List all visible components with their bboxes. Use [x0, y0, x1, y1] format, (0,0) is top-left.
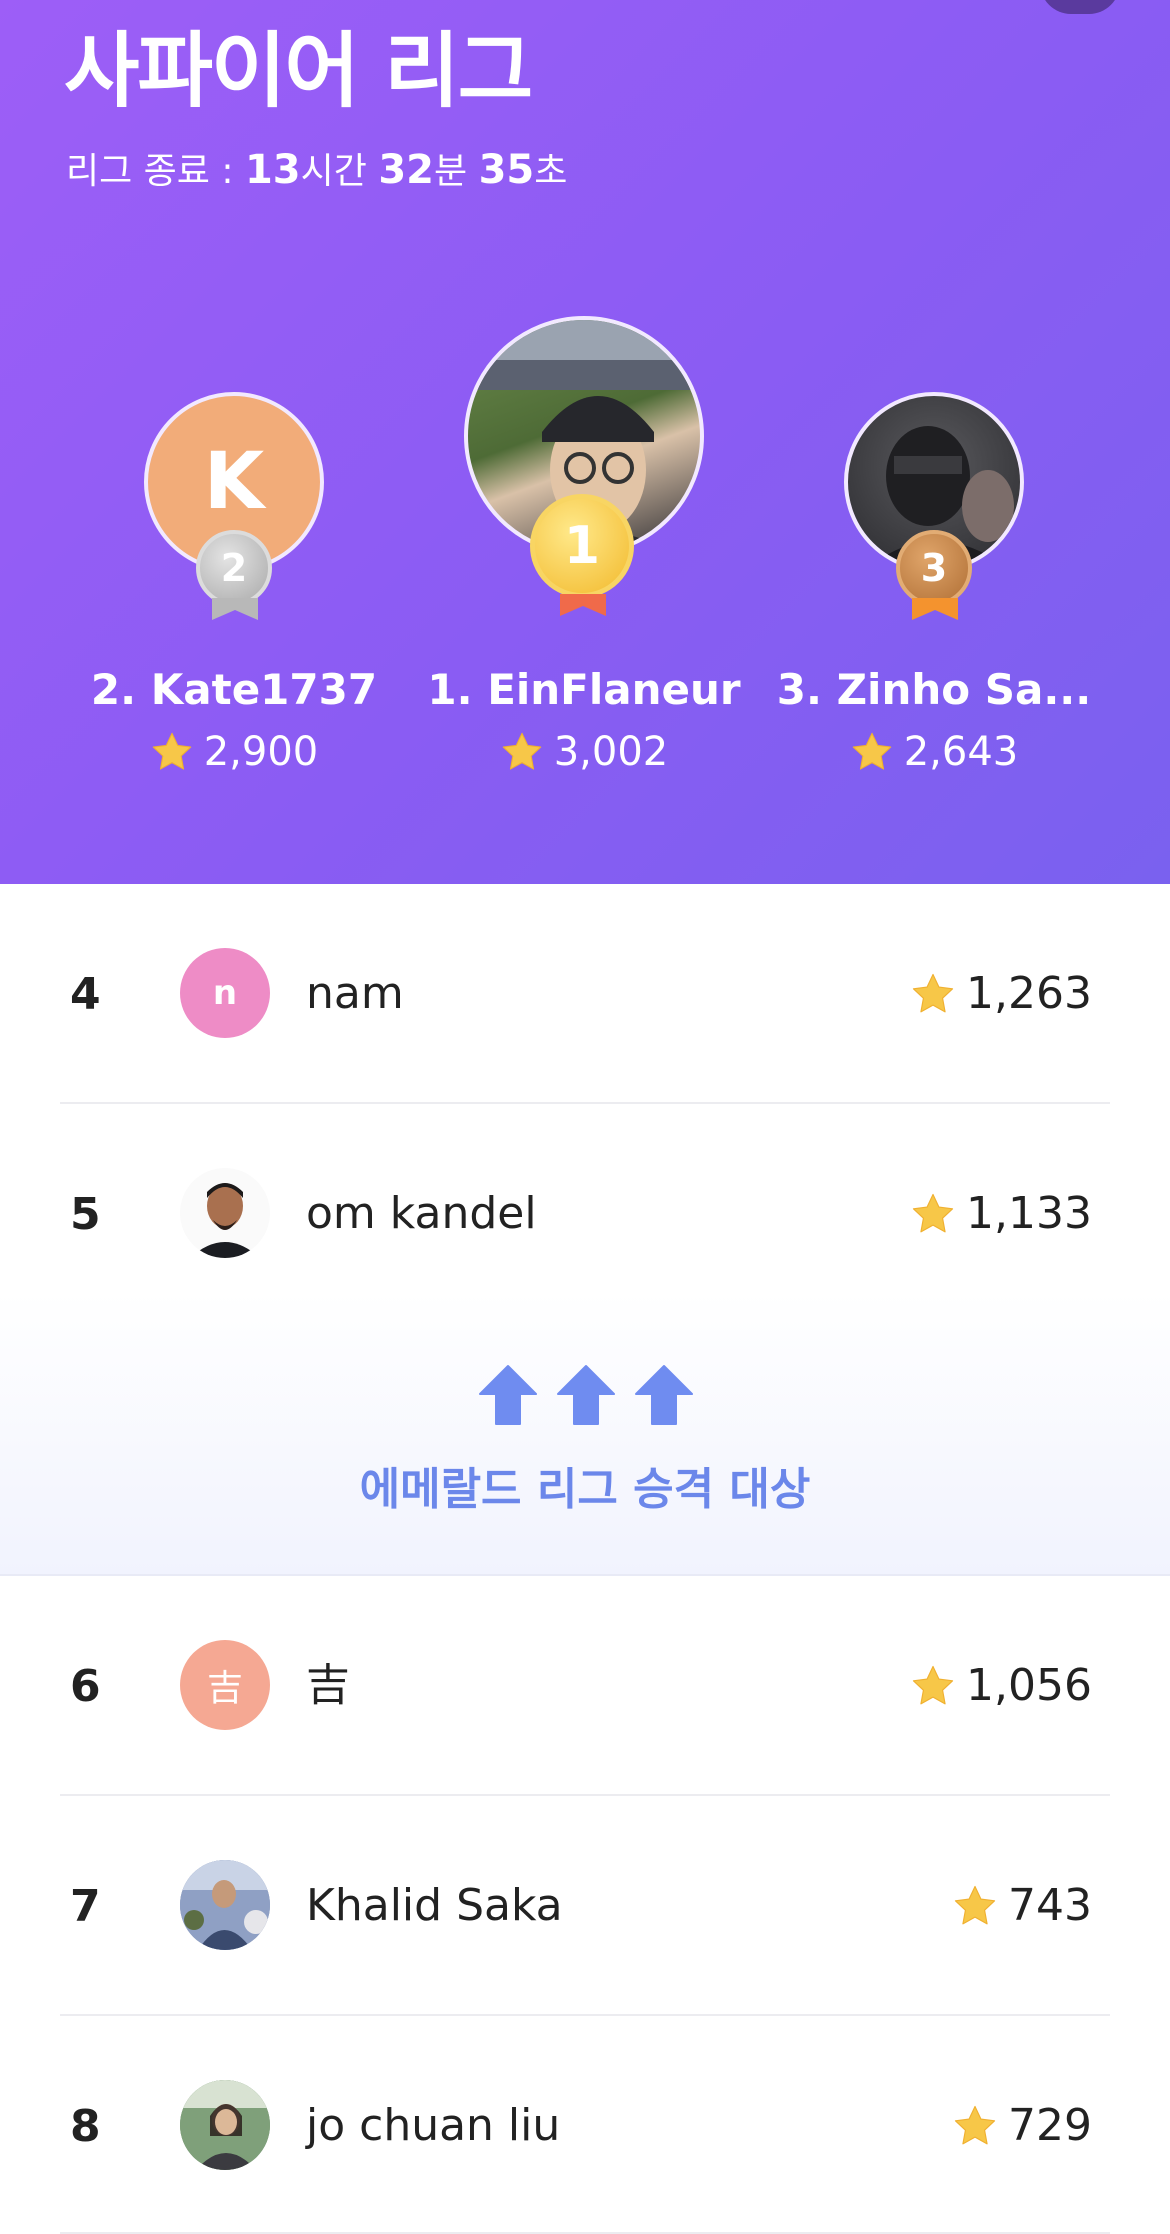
user-name: jo chuan liu [306, 2100, 561, 2151]
countdown-hours-unit: 시간 [300, 151, 379, 192]
avatar [180, 1860, 270, 1950]
countdown-seconds: 35 [478, 147, 535, 193]
user-name: 吉 [306, 1660, 350, 1711]
rank-number: 5 [70, 1189, 101, 1240]
page-title: 사파이어 리그 [64, 24, 533, 119]
podium-name: 3. Zinho Sa... [776, 665, 1092, 714]
user-score: 1,263 [910, 966, 1092, 1022]
user-name: om kandel [306, 1188, 537, 1239]
countdown-seconds-unit: 초 [534, 151, 568, 192]
avatar: n [180, 948, 270, 1038]
star-icon [502, 732, 541, 770]
arrow-up-icon [635, 1365, 693, 1425]
league-header: 사파이어 리그 리그 종료 : 13시간 32분 35초 K 2 2. Kate… [0, 0, 1170, 884]
user-score: 743 [952, 1878, 1092, 1934]
list-item[interactable]: 5 om kandel 1,133 [0, 1104, 1170, 1322]
menu-button[interactable] [1040, 0, 1120, 14]
promotion-arrows [478, 1364, 694, 1426]
arrow-up-icon [557, 1365, 615, 1425]
star-icon [912, 1193, 954, 1233]
gold-medal-icon: 1 [530, 494, 634, 598]
countdown-label: 리그 종료 : [66, 151, 245, 192]
star-icon [912, 1665, 954, 1705]
rank-number: 7 [70, 1881, 101, 1932]
countdown-minutes: 32 [378, 147, 434, 193]
star-icon [954, 1885, 996, 1925]
rank-number: 8 [70, 2101, 101, 2152]
ribbon-icon [560, 594, 606, 616]
star-icon [912, 973, 954, 1013]
user-score: 1,056 [910, 1658, 1092, 1714]
list-item[interactable]: 6 吉 吉 1,056 [0, 1576, 1170, 1794]
user-name: Khalid Saka [306, 1880, 563, 1931]
star-icon [954, 2105, 996, 2145]
user-name: nam [306, 968, 404, 1019]
ribbon-icon [212, 598, 258, 620]
avatar: 吉 [180, 1640, 270, 1730]
list-item[interactable]: 4 n nam 1,263 [0, 884, 1170, 1102]
countdown-hours: 13 [244, 147, 301, 193]
rank-number: 4 [70, 969, 101, 1020]
countdown-minutes-unit: 분 [433, 151, 479, 192]
arrow-up-icon [479, 1365, 537, 1425]
podium-name: 2. Kate1737 [90, 665, 378, 714]
promotion-zone: 에메랄드 리그 승격 대상 [0, 1292, 1170, 1576]
list-item[interactable]: 7 Khalid Saka 743 [0, 1796, 1170, 2014]
avatar [180, 1168, 270, 1258]
star-icon [152, 732, 191, 770]
podium-score: 3,002 [404, 726, 764, 778]
list-item[interactable]: 8 jo chuan liu 729 [0, 2016, 1170, 2234]
rank-number: 6 [70, 1661, 101, 1712]
bronze-medal-icon: 3 [896, 530, 972, 606]
avatar [180, 2080, 270, 2170]
star-icon [852, 732, 891, 770]
podium-score: 2,643 [754, 726, 1114, 778]
silver-medal-icon: 2 [196, 530, 272, 606]
league-countdown: 리그 종료 : 13시간 32분 35초 [66, 146, 567, 196]
user-score: 1,133 [910, 1186, 1092, 1242]
ribbon-icon [912, 598, 958, 620]
podium-score: 2,900 [54, 726, 414, 778]
user-score: 729 [952, 2098, 1092, 2154]
podium-name: 1. EinFlaneur [427, 665, 741, 714]
promotion-label: 에메랄드 리그 승격 대상 [359, 1464, 811, 1515]
